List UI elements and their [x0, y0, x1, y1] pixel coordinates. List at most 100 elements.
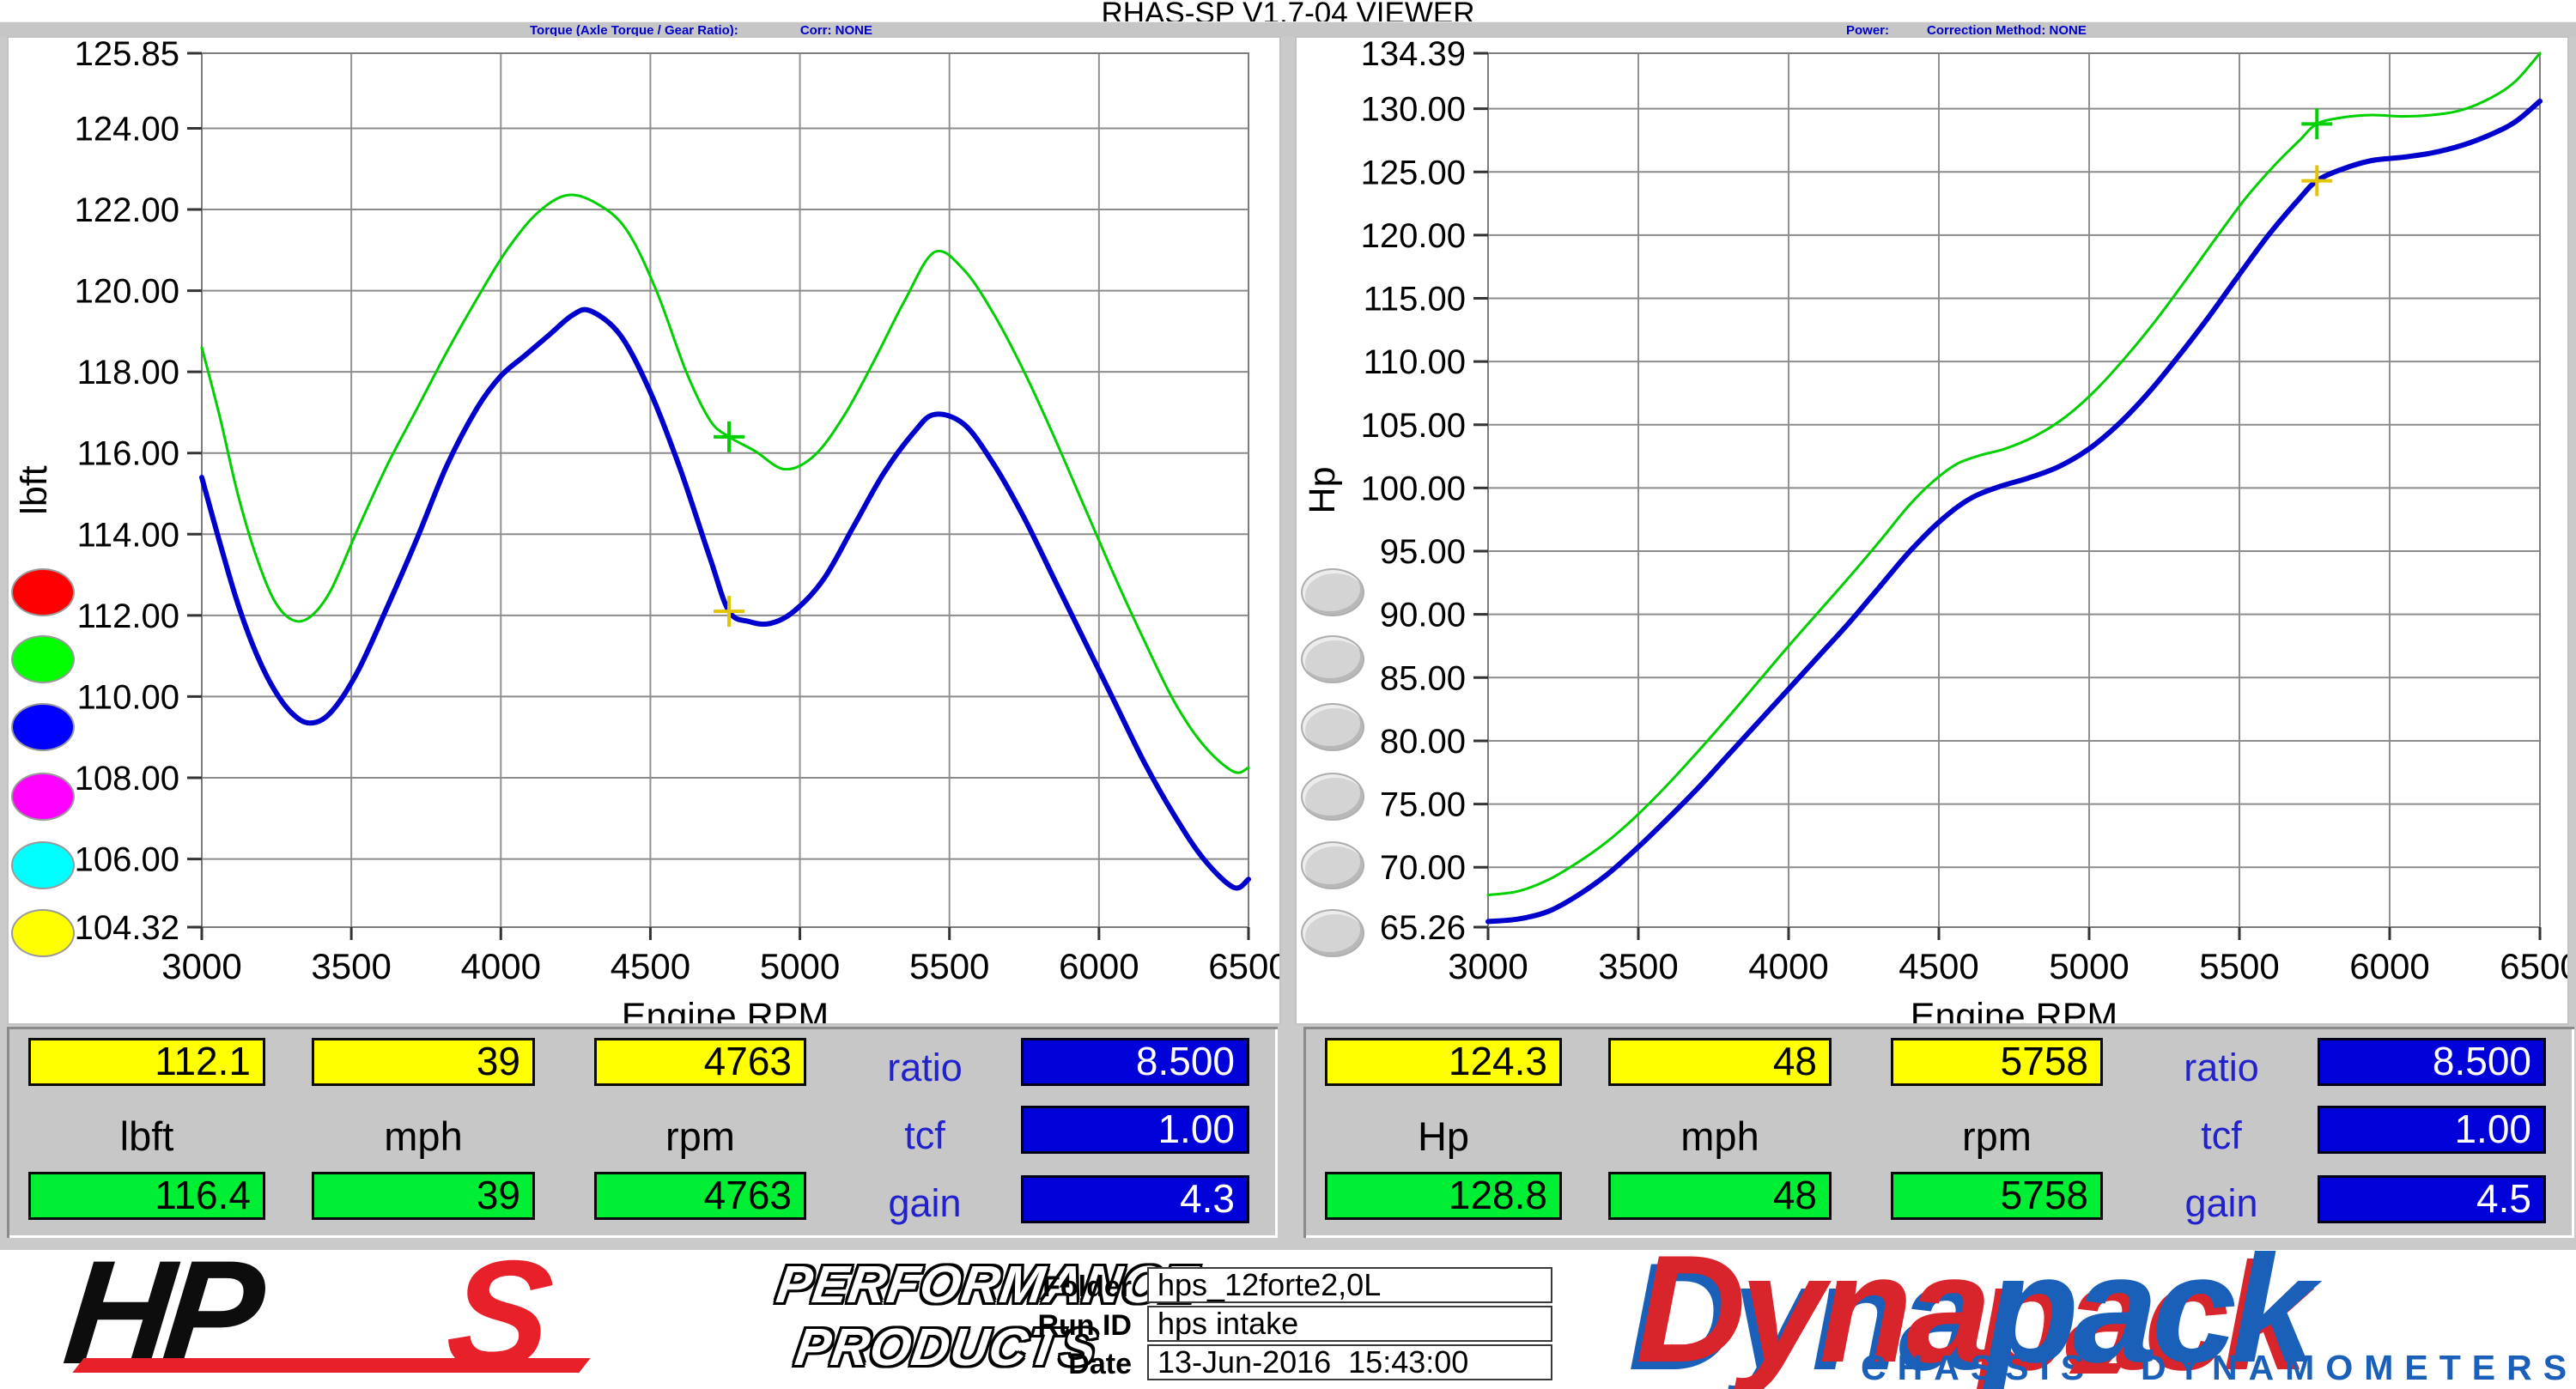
torque-readout-panel: 112.1 39 4763 lbft mph rpm 116.4 39 4763…: [7, 1027, 1278, 1238]
svg-text:6000: 6000: [2349, 946, 2429, 986]
ratio-field[interactable]: 8.500: [1021, 1038, 1249, 1086]
svg-text:124.00: 124.00: [75, 110, 179, 148]
torque-cursor-value-box: 112.1: [28, 1038, 265, 1086]
gain-field[interactable]: 4.3: [1021, 1175, 1249, 1223]
svg-text:134.39: 134.39: [1361, 38, 1466, 73]
hps-logo: HP S PERFORMANCE PRODUCTS: [47, 1250, 983, 1387]
power-cursor2-rpm-box: 5758: [1891, 1172, 2103, 1220]
hps-intake-torque-curve: [202, 195, 1249, 773]
run-info-form: Folder hps_12forte2,0L Run ID hps intake…: [1013, 1250, 1580, 1387]
torque-plot-border: [202, 53, 1249, 927]
svg-text:104.32: 104.32: [75, 909, 179, 947]
torque-chart-svg: 30003500400045005000550060006500125.8512…: [9, 38, 1279, 1023]
run-id-label: Run ID: [1013, 1309, 1132, 1343]
torque-cursor2-rpm-box: 4763: [594, 1172, 806, 1220]
svg-text:116.00: 116.00: [77, 435, 179, 473]
run-id-field[interactable]: hps intake: [1147, 1306, 1552, 1342]
hps-logo-swoosh: [72, 1358, 590, 1373]
dynapack-logo: Dynapack CHASSIS DYNAMOMETERS: [1636, 1250, 2572, 1387]
folder-label: Folder: [1013, 1271, 1132, 1304]
svg-text:3000: 3000: [161, 946, 241, 986]
dynapack-dash: [2069, 1363, 2123, 1374]
power-cursor-mph-box: 48: [1608, 1038, 1832, 1086]
tcf-field[interactable]: 1.00: [2318, 1106, 2546, 1154]
svg-text:6000: 6000: [1059, 946, 1139, 986]
trace-button-red[interactable]: [11, 568, 75, 616]
svg-text:118.00: 118.00: [77, 354, 179, 391]
torque-gridlines: [202, 53, 1249, 927]
svg-text:108.00: 108.00: [75, 760, 179, 798]
svg-text:110.00: 110.00: [77, 678, 179, 716]
trace-button-disabled-3[interactable]: [1301, 703, 1364, 751]
rpm-label: rpm: [1891, 1113, 2103, 1161]
svg-text:4000: 4000: [461, 946, 541, 986]
trace-button-disabled-5[interactable]: [1301, 841, 1364, 889]
torque-x-axis-title: Engine RPM: [622, 996, 829, 1023]
footer: HP S PERFORMANCE PRODUCTS Folder hps_12f…: [0, 1250, 2576, 1389]
tcf-field[interactable]: 1.00: [1021, 1106, 1249, 1154]
svg-text:3000: 3000: [1448, 946, 1528, 986]
tcf-label: tcf: [2148, 1113, 2294, 1158]
torque-cursor-cross-1[interactable]: [714, 422, 744, 452]
torque-cursor-mph-box: 39: [312, 1038, 535, 1086]
torque-cursor-rpm-box: 4763: [594, 1038, 806, 1086]
trace-button-disabled-1[interactable]: [1301, 568, 1364, 616]
svg-text:106.00: 106.00: [75, 841, 179, 879]
svg-text:120.00: 120.00: [75, 273, 179, 311]
power-ticks: [1473, 53, 2540, 940]
date-row: Date 13-Jun-2016 15:43:00: [1013, 1344, 1580, 1382]
svg-text:114.00: 114.00: [77, 516, 179, 554]
power-x-axis-labels: 30003500400045005000550060006500: [1448, 946, 2567, 986]
folder-row: Folder hps_12forte2,0L: [1013, 1267, 1580, 1305]
stock-torque-curve: [202, 310, 1249, 889]
power-cursor-value-box: 124.3: [1325, 1038, 1562, 1086]
title-bar: RHAS-SP V1.7-04 VIEWER: [0, 0, 2576, 21]
svg-text:125.85: 125.85: [75, 38, 179, 73]
svg-text:90.00: 90.00: [1380, 597, 1466, 634]
svg-text:122.00: 122.00: [75, 191, 179, 229]
trace-button-green[interactable]: [11, 635, 75, 683]
svg-text:6500: 6500: [2500, 946, 2567, 986]
mph-label: mph: [312, 1113, 535, 1161]
svg-text:105.00: 105.00: [1361, 407, 1466, 445]
svg-text:100.00: 100.00: [1361, 470, 1466, 507]
torque-ticks: [187, 53, 1249, 940]
svg-text:112.00: 112.00: [77, 597, 179, 635]
trace-button-disabled-2[interactable]: [1301, 635, 1364, 683]
power-x-axis-title: Engine RPM: [1911, 996, 2117, 1023]
svg-text:80.00: 80.00: [1380, 723, 1466, 761]
folder-field[interactable]: hps_12forte2,0L: [1147, 1267, 1552, 1303]
gain-label: gain: [852, 1181, 998, 1226]
svg-text:95.00: 95.00: [1380, 533, 1466, 571]
torque-unit-label: lbft: [28, 1113, 265, 1161]
svg-text:4500: 4500: [611, 946, 690, 986]
torque-x-axis-labels: 30003500400045005000550060006500: [161, 946, 1279, 986]
svg-text:85.00: 85.00: [1380, 659, 1466, 697]
power-plot-border: [1488, 53, 2540, 927]
svg-text:6500: 6500: [1208, 946, 1279, 986]
power-cursor-rpm-box: 5758: [1891, 1038, 2103, 1086]
window-title: RHAS-SP V1.7-04 VIEWER: [1101, 0, 1474, 21]
svg-text:5500: 5500: [2199, 946, 2279, 986]
date-field[interactable]: 13-Jun-2016 15:43:00: [1147, 1344, 1552, 1380]
torque-cursor2-mph-box: 39: [312, 1172, 535, 1220]
rpm-label: rpm: [594, 1113, 806, 1161]
dynapack-dynamometers-text: DYNAMOMETERS: [2141, 1348, 2576, 1388]
trace-button-disabled-6[interactable]: [1301, 909, 1364, 957]
hps-intake-power-curve: [1488, 53, 2540, 895]
trace-button-disabled-4[interactable]: [1301, 773, 1364, 821]
gain-field[interactable]: 4.5: [2318, 1175, 2546, 1223]
ratio-field[interactable]: 8.500: [2318, 1038, 2546, 1086]
trace-button-yellow[interactable]: [11, 909, 75, 957]
viewer-window: RHAS-SP V1.7-04 VIEWER Torque (Axle Torq…: [0, 0, 2576, 1389]
trace-button-cyan[interactable]: [11, 841, 75, 889]
torque-chart[interactable]: 30003500400045005000550060006500125.8512…: [7, 36, 1281, 1025]
svg-text:110.00: 110.00: [1364, 343, 1466, 381]
svg-text:5000: 5000: [760, 946, 840, 986]
date-label: Date: [1013, 1348, 1132, 1381]
trace-button-blue[interactable]: [11, 703, 75, 751]
trace-button-magenta[interactable]: [11, 773, 75, 821]
power-chart[interactable]: 30003500400045005000550060006500134.3913…: [1295, 36, 2569, 1025]
svg-text:5000: 5000: [2049, 946, 2129, 986]
mph-label: mph: [1608, 1113, 1832, 1161]
